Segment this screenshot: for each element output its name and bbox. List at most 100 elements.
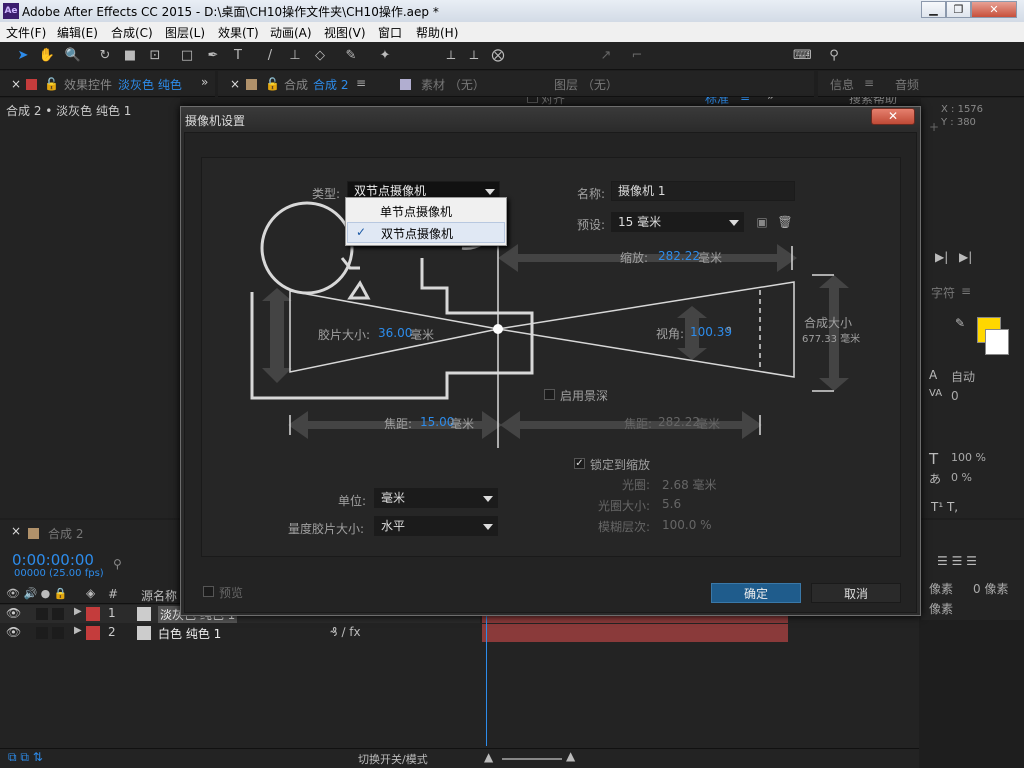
snap-option-icon[interactable]: ↗ xyxy=(597,47,615,65)
solo-switch[interactable] xyxy=(36,627,48,639)
close-timeline-icon[interactable]: × xyxy=(11,524,21,538)
zoom-in-icon[interactable]: ▲ xyxy=(566,749,575,763)
timeline-tab[interactable]: 合成 2 xyxy=(48,525,83,542)
blur-level-value[interactable]: 100.0 % xyxy=(662,518,712,532)
layer-tab[interactable]: 图层 （无） xyxy=(554,76,618,93)
kerning-value[interactable]: 0 xyxy=(951,389,959,403)
menu-animation[interactable]: 动画(A) xyxy=(270,24,312,41)
expand-arrow-icon[interactable]: ▶ xyxy=(74,606,82,617)
comp-lock-icon[interactable]: 🔓 xyxy=(265,77,280,91)
ok-button[interactable]: 确定 xyxy=(711,583,801,603)
restore-button[interactable]: ❐ xyxy=(946,1,971,18)
close-window-button[interactable]: ✕ xyxy=(971,1,1017,18)
layer-name[interactable]: 白色 纯色 1 xyxy=(158,625,221,642)
menu-view[interactable]: 视图(V) xyxy=(324,24,366,41)
focus-distance-value[interactable]: 282.22 xyxy=(658,415,700,429)
fstop-value[interactable]: 5.6 xyxy=(662,497,681,511)
indent-value-first[interactable]: 像素 xyxy=(929,600,953,617)
view-axis-icon[interactable]: ⨂ xyxy=(489,47,507,65)
leading-value[interactable]: 自动 xyxy=(951,368,975,385)
measure-film-select[interactable]: 水平 xyxy=(374,516,498,536)
rectangle-tool-icon[interactable]: □ xyxy=(178,47,196,65)
superscript-icon[interactable]: T¹ T, xyxy=(931,500,958,514)
toggle-modes-button[interactable]: 切换开关/模式 xyxy=(358,751,428,767)
dialog-close-button[interactable]: ✕ xyxy=(871,108,915,125)
search-icon[interactable]: ⚲ xyxy=(825,47,843,65)
info-tab[interactable]: 信息 xyxy=(830,76,854,93)
solo-switch[interactable] xyxy=(36,608,48,620)
lock-zoom-checkbox[interactable]: ✓ xyxy=(574,458,585,469)
camera-name-input[interactable]: 摄像机 1 xyxy=(611,181,795,201)
roto-brush-tool-icon[interactable]: ✎ xyxy=(342,47,360,65)
snap-option2-icon[interactable]: ⌐ xyxy=(628,47,646,65)
pen-tool-icon[interactable]: ✒ xyxy=(204,47,222,65)
vertical-scale-value[interactable]: 100 % xyxy=(951,451,986,464)
footage-tab[interactable]: 素材 （无） xyxy=(421,76,485,93)
close-comp-tab-icon[interactable]: × xyxy=(230,77,240,91)
comp-tab-label[interactable]: 合成 xyxy=(284,76,308,93)
visibility-eye-icon[interactable]: 👁 xyxy=(6,625,21,639)
minimize-button[interactable]: ▁ xyxy=(921,1,946,18)
aperture-value[interactable]: 2.68 毫米 xyxy=(662,476,717,493)
indent-value-left[interactable]: 像素 xyxy=(929,580,953,597)
rotate-tool-icon[interactable]: ↻ xyxy=(96,47,114,65)
clone-stamp-tool-icon[interactable]: ⊥ xyxy=(286,47,304,65)
menu-composition[interactable]: 合成(C) xyxy=(111,24,153,41)
indent-value-right[interactable]: 0 像素 xyxy=(973,580,1008,597)
effects-more-icon[interactable]: » xyxy=(201,75,208,89)
zoom-tool-icon[interactable]: 🔍 xyxy=(64,47,82,65)
layer-label-color[interactable] xyxy=(86,626,100,640)
keyboard-icon[interactable]: ⌨ xyxy=(793,47,812,65)
tsume-value[interactable]: 0 % xyxy=(951,471,972,484)
play-icon[interactable]: ▶| xyxy=(935,250,948,264)
audio-tab[interactable]: 音频 xyxy=(895,76,919,93)
preview-checkbox[interactable] xyxy=(203,586,214,597)
menu-file[interactable]: 文件(F) xyxy=(6,24,46,41)
comp-name[interactable]: 合成 2 xyxy=(313,76,348,93)
layer-label-color[interactable] xyxy=(86,607,100,621)
align-icons[interactable]: ☰ ☰ ☰ xyxy=(937,554,977,568)
save-preset-icon[interactable]: ▣ xyxy=(753,213,771,231)
menu-edit[interactable]: 编辑(E) xyxy=(57,24,98,41)
camera-tool-icon[interactable]: ■ xyxy=(121,47,139,65)
dropdown-item-single-node[interactable]: 单节点摄像机 xyxy=(346,200,506,221)
local-axis-icon[interactable]: ⟂ xyxy=(442,47,460,65)
lock-switch[interactable] xyxy=(52,627,64,639)
comp-menu-icon[interactable]: ≡ xyxy=(356,76,366,90)
dof-checkbox[interactable] xyxy=(544,389,555,400)
layer-switches-icons[interactable]: ₰ ∕ fx xyxy=(330,625,361,639)
cancel-button[interactable]: 取消 xyxy=(811,583,901,603)
pan-behind-tool-icon[interactable]: ⊡ xyxy=(146,47,164,65)
layer-bar[interactable] xyxy=(482,624,788,642)
timecode[interactable]: 0:00:00:00 xyxy=(12,551,94,569)
dropdown-item-dual-node[interactable]: ✓ 双节点摄像机 xyxy=(347,222,505,243)
next-frame-icon[interactable]: ▶| xyxy=(959,250,972,264)
zoom-value[interactable]: 282.22 xyxy=(658,249,700,263)
expand-arrow-icon[interactable]: ▶ xyxy=(74,625,82,636)
menu-layer[interactable]: 图层(L) xyxy=(165,24,205,41)
type-tool-icon[interactable]: T xyxy=(229,47,247,65)
menu-window[interactable]: 窗口 xyxy=(378,24,402,41)
visibility-eye-icon[interactable]: 👁 xyxy=(6,606,21,620)
layer-row[interactable]: 👁 ▶ 2 白色 纯色 1 ₰ ∕ fx xyxy=(0,624,480,642)
char-menu-icon[interactable]: ≡ xyxy=(961,284,971,298)
zoom-slider[interactable] xyxy=(502,758,562,760)
brush-tool-icon[interactable]: / xyxy=(261,47,279,65)
effects-tab-label[interactable]: 效果控件 xyxy=(64,76,112,93)
zoom-out-icon[interactable]: ▲ xyxy=(484,750,493,764)
lock-icon[interactable]: 🔓 xyxy=(44,77,59,91)
stroke-color-swatch[interactable] xyxy=(985,329,1009,355)
film-size-value[interactable]: 36.00 xyxy=(378,326,412,340)
preset-select[interactable]: 15 毫米 xyxy=(611,212,744,232)
timeline-search-icon[interactable]: ⚲ xyxy=(113,557,122,571)
menu-effect[interactable]: 效果(T) xyxy=(218,24,259,41)
eyedropper-icon[interactable]: ✎ xyxy=(955,316,965,330)
close-tab-icon[interactable]: × xyxy=(11,77,21,91)
units-select[interactable]: 毫米 xyxy=(374,488,498,508)
lock-switch[interactable] xyxy=(52,608,64,620)
eraser-tool-icon[interactable]: ◇ xyxy=(311,47,329,65)
world-axis-icon[interactable]: ⟂ xyxy=(465,47,483,65)
info-menu-icon[interactable]: ≡ xyxy=(864,76,874,90)
puppet-pin-tool-icon[interactable]: ✦ xyxy=(376,47,394,65)
delete-preset-icon[interactable]: 🗑 xyxy=(776,213,794,231)
